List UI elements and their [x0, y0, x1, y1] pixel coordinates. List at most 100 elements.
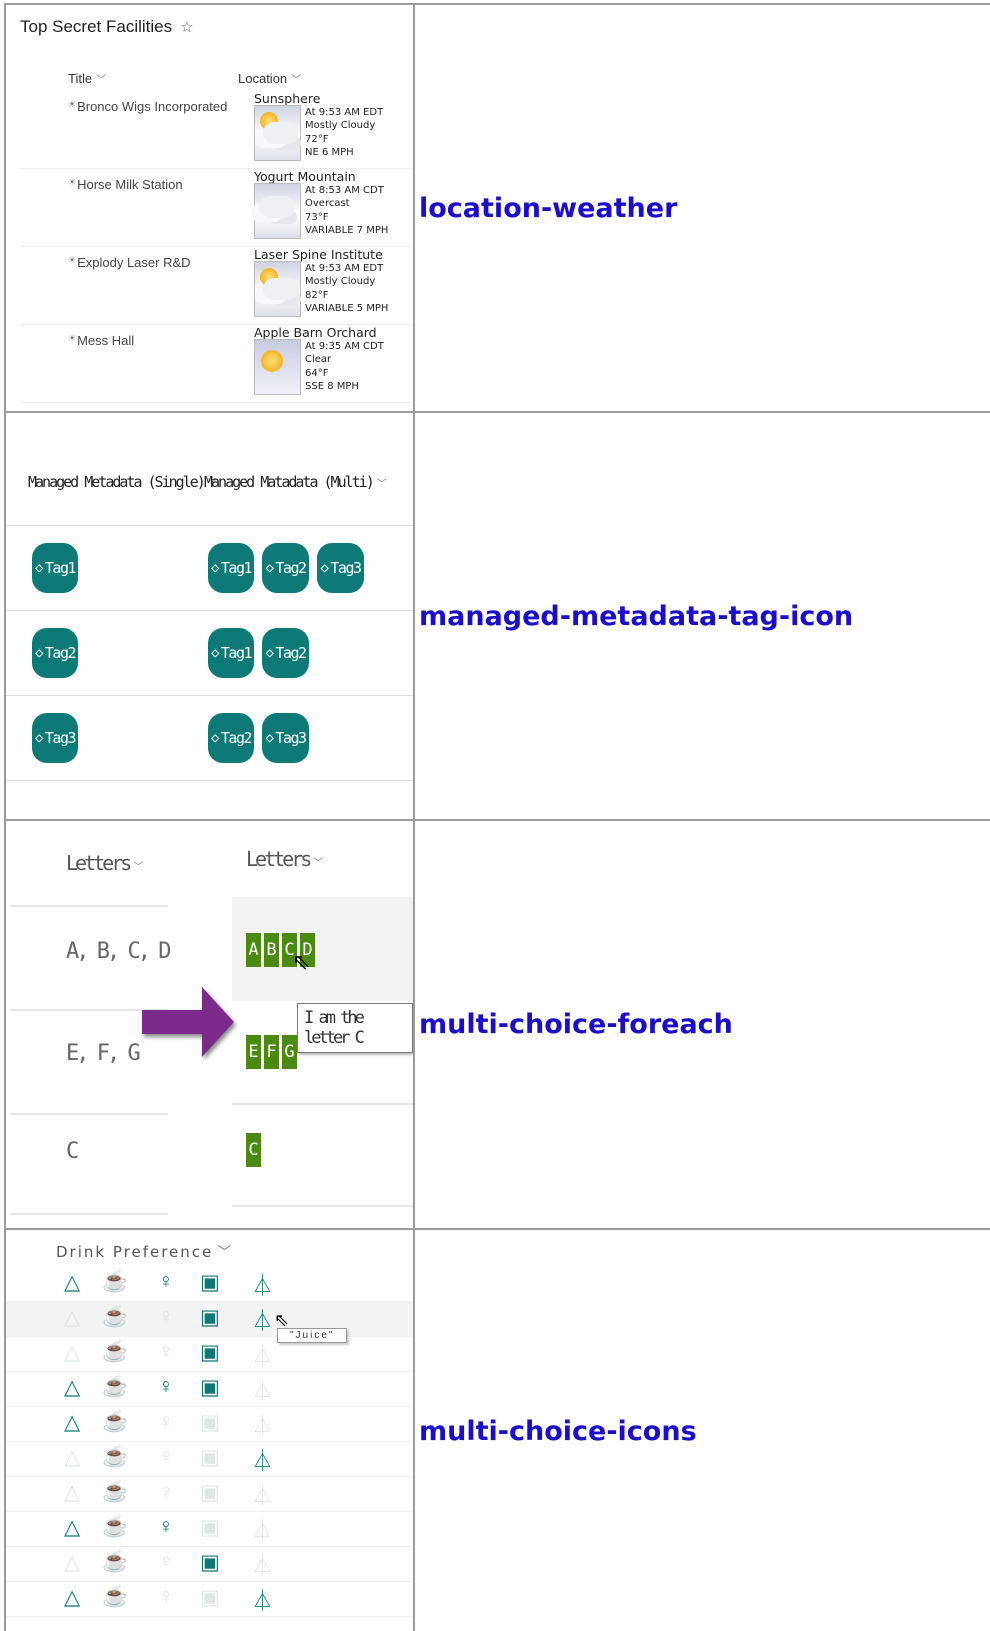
tag-pill[interactable]: ◇ Tag1	[208, 543, 254, 593]
beer-icon: ▣	[200, 1341, 220, 1364]
column-header-location[interactable]: Location ﹀	[238, 71, 301, 86]
new-item-icon: ☀	[68, 99, 77, 109]
location-name: Apple Barn Orchard	[254, 325, 377, 340]
wine-icon: ♀	[158, 1410, 174, 1433]
chevron-down-icon: ﹀	[313, 858, 323, 869]
beer-icon: ▣	[200, 1376, 220, 1399]
divider	[232, 1205, 412, 1207]
column-header-letters-after[interactable]: Letters ﹀	[246, 847, 323, 871]
drink-row[interactable]: △ ☕ ♀ ▣ ⏃	[7, 1336, 412, 1372]
new-item-icon: ☀	[68, 255, 77, 265]
partly-cloudy-icon	[254, 105, 301, 161]
sample-link-location-weather[interactable]: location-weather	[416, 193, 990, 224]
tag-pill[interactable]: ◇ Tag2	[208, 713, 254, 763]
letter-box[interactable]: C	[246, 1133, 261, 1167]
letter-box[interactable]: F	[264, 1035, 279, 1069]
wine-icon: ♀	[158, 1445, 174, 1468]
drink-row[interactable]: △ ☕ ♀ ▣ ⏃	[7, 1266, 412, 1302]
drink-row[interactable]: △ ☕ ♀ ▣ ⏃	[7, 1406, 412, 1442]
coffee-icon: ☕	[102, 1375, 129, 1398]
sample-link-multi-choice-foreach[interactable]: multi-choice-foreach	[416, 1009, 990, 1040]
tag-pill[interactable]: ◇ Tag2	[262, 628, 309, 678]
list-title: Top Secret Facilities ☆	[20, 17, 194, 36]
new-item-icon: ☀	[68, 333, 77, 343]
item-title[interactable]: ☀Mess Hall	[68, 333, 134, 348]
drink-row[interactable]: △ ☕ ♀ ▣ ⏃	[7, 1546, 412, 1582]
location-name: Laser Spine Institute	[254, 247, 383, 262]
tag-pill[interactable]: ◇ Tag1	[208, 628, 254, 678]
letter-box[interactable]: B	[264, 933, 279, 967]
tag-pill[interactable]: ◇ Tag3	[32, 713, 78, 763]
link-cell: location-weather	[413, 3, 990, 413]
mouse-pointer-icon: ⇖	[292, 949, 311, 974]
weather-details: At 8:53 AM CDT Overcast 73°F VARIABLE 7 MPH	[305, 185, 389, 236]
item-title[interactable]: ☀Bronco Wigs Incorporated	[68, 99, 227, 114]
tag-pill[interactable]: ◇ Tag3	[317, 543, 364, 593]
cloudy-icon	[254, 183, 301, 239]
letter-box[interactable]: G	[282, 1035, 297, 1069]
column-header-single[interactable]: Managed Metadata (Single) ﹀	[28, 473, 218, 491]
beer-icon: ▣	[200, 1516, 220, 1539]
divider	[232, 1103, 412, 1105]
chevron-down-icon: ﹀	[291, 75, 302, 86]
divider	[10, 1113, 168, 1115]
column-header-title[interactable]: Title ﹀	[68, 71, 106, 86]
chevron-down-icon: ﹀	[376, 479, 387, 490]
tag-icon: ◇	[210, 645, 219, 661]
drink-row[interactable]: △ ☕ ♀ ▣ ⏃	[7, 1476, 412, 1512]
divider	[7, 695, 412, 696]
juice-icon: ⏃	[252, 1415, 273, 1438]
link-cell: managed-metadata-tag-icon	[413, 411, 990, 821]
beer-icon: ▣	[200, 1411, 220, 1434]
tag-icon: ◇	[34, 645, 43, 661]
juice-icon: ⏃	[252, 1380, 273, 1403]
link-cell: multi-choice-icons	[413, 1228, 990, 1631]
item-title[interactable]: ☀Horse Milk Station	[68, 177, 183, 192]
tag-icon: ◇	[265, 730, 273, 746]
coffee-icon: ☕	[102, 1270, 129, 1293]
drinks-example-cell: Drink Preference ﹀ △ ☕ ♀ ▣ ⏃ △ ☕ ♀ ▣ ⏃ △ ☕ ♀ ▣ ⏃ △ ☕ ♀ ▣ ⏃ △ ☕…	[4, 1228, 415, 1631]
tag-pill[interactable]: ◇ Tag2	[32, 628, 78, 678]
coffee-icon: ☕	[102, 1305, 129, 1328]
chevron-down-icon: ﹀	[96, 75, 107, 86]
coffee-icon: ☕	[102, 1410, 129, 1433]
sample-link-multi-choice-icons[interactable]: multi-choice-icons	[416, 1416, 990, 1447]
juice-icon: ⏃	[252, 1590, 273, 1613]
tag-pill[interactable]: ◇ Tag3	[262, 713, 309, 763]
water-icon: △	[64, 1341, 81, 1364]
column-header-multi[interactable]: Managed Matadata (Multi) ﹀	[204, 473, 387, 491]
sample-link-managed-metadata-tag-icon[interactable]: managed-metadata-tag-icon	[416, 601, 990, 632]
list-row[interactable]: ☀Explody Laser R&D Laser Spine Institute…	[20, 247, 412, 325]
favorite-star-icon[interactable]: ☆	[180, 19, 193, 36]
drink-row[interactable]: △ ☕ ♀ ▣ ⏃	[7, 1301, 412, 1337]
water-icon: △	[64, 1306, 81, 1329]
wine-icon: ♀	[158, 1305, 174, 1328]
sunny-icon	[254, 339, 301, 395]
juice-icon: ⏃	[252, 1345, 273, 1368]
drink-row[interactable]: △ ☕ ♀ ▣ ⏃	[7, 1371, 412, 1407]
drink-row[interactable]: △ ☕ ♀ ▣ ⏃	[7, 1441, 412, 1477]
weather-example-cell: Top Secret Facilities ☆ Title ﹀ Location ﹀ …	[4, 3, 415, 413]
letter-box[interactable]: E	[246, 1035, 261, 1069]
divider	[10, 1213, 168, 1215]
divider	[7, 780, 412, 781]
drink-row[interactable]: △ ☕ ♀ ▣ ⏃	[7, 1511, 412, 1547]
link-cell: multi-choice-foreach	[413, 819, 990, 1230]
list-row[interactable]: ☀Bronco Wigs Incorporated Sunsphere At 9…	[20, 91, 412, 169]
letters-plain-text: E, F, G	[66, 1041, 141, 1066]
tag-pill[interactable]: ◇ Tag2	[262, 543, 309, 593]
column-header-drink-preference[interactable]: Drink Preference ﹀	[56, 1242, 233, 1262]
list-row[interactable]: ☀Horse Milk Station Yogurt Mountain At 8…	[20, 169, 412, 247]
arrow-right-icon	[142, 987, 234, 1057]
weather-details: At 9:53 AM EDT Mostly Cloudy 82°F VARIABLE …	[305, 263, 389, 314]
list-row[interactable]: ☀Mess Hall Apple Barn Orchard At 9:35 AM…	[20, 325, 412, 403]
juice-icon: ⏃	[252, 1450, 273, 1473]
chevron-down-icon: ﹀	[133, 862, 143, 873]
item-title[interactable]: ☀Explody Laser R&D	[68, 255, 191, 270]
tag-icon: ◇	[265, 560, 273, 576]
column-header-letters-before[interactable]: Letters ﹀	[66, 851, 143, 875]
location-name: Yogurt Mountain	[254, 169, 356, 184]
tag-pill[interactable]: ◇ Tag1	[32, 543, 78, 593]
drink-row[interactable]: △ ☕ ♀ ▣ ⏃	[7, 1581, 412, 1617]
letter-box[interactable]: A	[246, 933, 261, 967]
